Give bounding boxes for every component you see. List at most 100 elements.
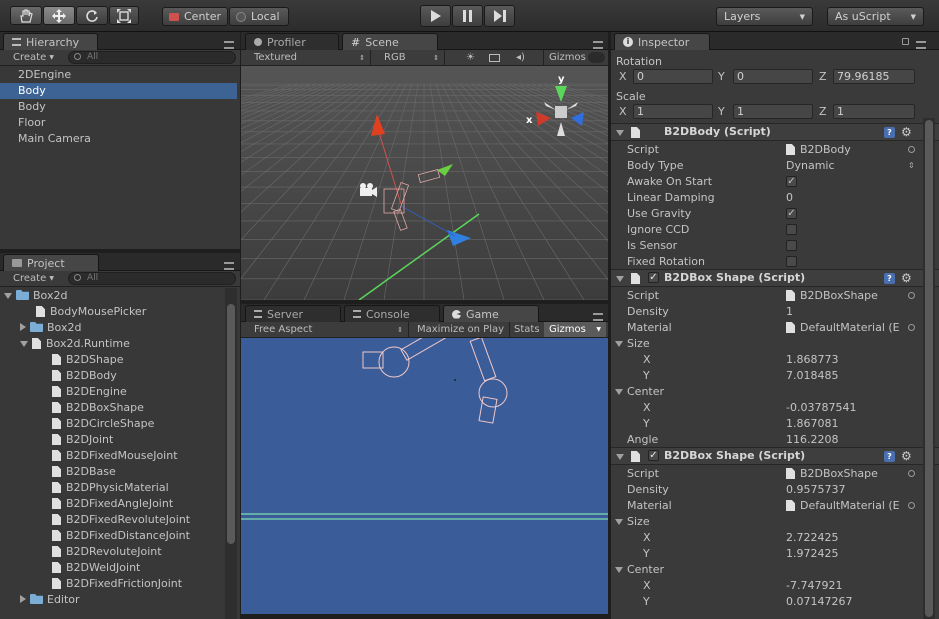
body-field-body-type[interactable]: Body Type Dynamic ⇕ — [611, 158, 921, 174]
field-value[interactable]: 0.07147267 — [786, 594, 852, 610]
help-icon[interactable]: ? — [884, 273, 895, 284]
field-density[interactable]: Density 1 — [611, 304, 939, 320]
hierarchy-item[interactable]: Body — [0, 99, 240, 115]
panel-menu-icon[interactable] — [916, 41, 926, 49]
field-center[interactable]: Center — [611, 384, 939, 400]
project-item[interactable]: B2DFixedRevoluteJoint — [0, 512, 224, 528]
project-item[interactable]: B2DJoint — [0, 432, 224, 448]
foldout-arrow-icon[interactable] — [615, 567, 623, 573]
object-picker-icon[interactable] — [908, 502, 915, 509]
project-search-input[interactable]: All — [68, 272, 236, 285]
foldout-arrow-icon[interactable] — [616, 130, 624, 136]
layout-dropdown[interactable]: As uScript ▼ — [827, 7, 924, 26]
orientation-gizmo[interactable]: y x — [526, 74, 596, 144]
project-item[interactable]: Box2d — [0, 288, 224, 304]
project-item[interactable]: B2DFixedAngleJoint — [0, 496, 224, 512]
checkbox[interactable]: ✓ — [786, 208, 797, 219]
body-field-awake-on-start[interactable]: Awake On Start ✓ — [611, 174, 921, 190]
rotation-y-field[interactable]: 0 — [733, 69, 813, 84]
play-button[interactable] — [420, 5, 451, 27]
object-picker-icon[interactable] — [908, 470, 915, 477]
scale-y-field[interactable]: 1 — [733, 104, 813, 119]
field-size-y[interactable]: Y 7.018485 — [611, 368, 939, 384]
project-item[interactable]: Box2d.Runtime — [0, 336, 224, 352]
field-size-x[interactable]: X 1.868773 — [611, 352, 939, 368]
project-item[interactable]: B2DFixedMouseJoint — [0, 448, 224, 464]
game-gizmos-toggle[interactable]: Gizmos ▼ — [544, 322, 606, 337]
pause-button[interactable] — [452, 5, 483, 27]
field-value[interactable]: 1 — [786, 304, 793, 320]
foldout-arrow-icon[interactable] — [615, 389, 623, 395]
gear-icon[interactable]: ⚙ — [901, 124, 912, 140]
hand-tool-button[interactable] — [10, 6, 42, 25]
tab-project[interactable]: Project — [3, 254, 99, 271]
field-value[interactable]: -0.03787541 — [786, 400, 856, 416]
project-item[interactable]: BodyMousePicker — [0, 304, 224, 320]
foldout-arrow-icon[interactable] — [20, 595, 26, 603]
field-value[interactable]: 1.972425 — [786, 546, 839, 562]
b2dboxshape-component-header[interactable]: ✓ B2DBox Shape (Script) ? ⚙ — [611, 447, 939, 465]
tab-game[interactable]: Game — [443, 305, 539, 322]
script-ref[interactable]: B2DBody — [786, 142, 851, 158]
project-item[interactable]: B2DRevoluteJoint — [0, 544, 224, 560]
tab-hierarchy[interactable]: Hierarchy — [3, 33, 98, 50]
field-value[interactable]: 116.2208 — [786, 432, 839, 448]
field-size-x[interactable]: X 2.722425 — [611, 530, 939, 546]
tab-inspector[interactable]: i Inspector — [614, 33, 710, 50]
project-item[interactable]: B2DWeldJoint — [0, 560, 224, 576]
project-item[interactable]: B2DBoxShape — [0, 400, 224, 416]
field-center-x[interactable]: X -7.747921 — [611, 578, 939, 594]
panel-menu-icon[interactable] — [224, 41, 234, 49]
pivot-toggle-button[interactable]: Center — [162, 7, 228, 26]
foldout-arrow-icon[interactable] — [20, 323, 26, 331]
tab-server[interactable]: Server — [245, 305, 341, 322]
field-density[interactable]: Density 0.9575737 — [611, 482, 939, 498]
project-create-button[interactable]: Create ▼ — [8, 271, 59, 286]
project-item[interactable]: B2DFixedDistanceJoint — [0, 528, 224, 544]
hierarchy-item-selected[interactable]: Body — [0, 83, 237, 99]
scale-tool-button[interactable] — [109, 6, 139, 25]
tab-scene[interactable]: # Scene — [342, 33, 438, 50]
project-scrollbar[interactable] — [225, 288, 237, 619]
foldout-arrow-icon[interactable] — [616, 276, 624, 282]
step-button[interactable] — [484, 5, 515, 27]
field-center-x[interactable]: X -0.03787541 — [611, 400, 939, 416]
project-item[interactable]: B2DShape — [0, 352, 224, 368]
scene-search-input[interactable] — [588, 52, 605, 63]
project-item[interactable]: B2DPhysicMaterial — [0, 480, 224, 496]
checkbox[interactable] — [786, 256, 797, 267]
render-mode-dropdown[interactable]: RGB ⇕ — [379, 50, 445, 65]
checkbox[interactable]: ✓ — [786, 176, 797, 187]
space-toggle-button[interactable]: Local — [229, 7, 289, 26]
layers-dropdown[interactable]: Layers ▼ — [716, 7, 813, 26]
field-value[interactable]: 1.867081 — [786, 416, 839, 432]
b2dboxshape-component-header[interactable]: ✓ B2DBox Shape (Script) ? ⚙ — [611, 269, 939, 287]
audio-toggle[interactable]: ◂) — [511, 50, 530, 65]
scrollbar-thumb[interactable] — [227, 304, 235, 544]
object-picker-icon[interactable] — [908, 146, 915, 153]
project-item[interactable]: B2DFixedFrictionJoint — [0, 576, 224, 592]
maximize-on-play-toggle[interactable]: Maximize on Play — [412, 322, 511, 337]
field-value[interactable]: 7.018485 — [786, 368, 839, 384]
script-ref[interactable]: B2DBoxShape — [786, 288, 878, 304]
hierarchy-search-input[interactable]: All — [68, 51, 236, 64]
body-field-use-gravity[interactable]: Use Gravity ✓ — [611, 206, 921, 222]
body-field-is-sensor[interactable]: Is Sensor — [611, 238, 921, 254]
hierarchy-item[interactable]: 2DEngine — [0, 67, 240, 83]
rotation-z-field[interactable]: 79.96185 — [833, 69, 915, 84]
body-field-ignore-ccd[interactable]: Ignore CCD — [611, 222, 921, 238]
help-icon[interactable]: ? — [884, 451, 895, 462]
b2dbody-component-header[interactable]: B2DBody (Script) ? ⚙ — [611, 123, 939, 141]
lighting-toggle[interactable]: ☀ — [461, 50, 480, 65]
panel-menu-icon[interactable] — [224, 262, 234, 270]
game-viewport[interactable] — [241, 338, 608, 614]
field-size-y[interactable]: Y 1.972425 — [611, 546, 939, 562]
project-item[interactable]: Box2d — [0, 320, 224, 336]
body-field-fixed-rotation[interactable]: Fixed Rotation — [611, 254, 921, 270]
checkbox[interactable] — [786, 240, 797, 251]
rotation-x-field[interactable]: 0 — [633, 69, 713, 84]
gear-icon[interactable]: ⚙ — [901, 448, 912, 464]
object-picker-icon[interactable] — [908, 324, 915, 331]
tab-console[interactable]: Console — [344, 305, 440, 322]
project-item[interactable]: B2DEngine — [0, 384, 224, 400]
